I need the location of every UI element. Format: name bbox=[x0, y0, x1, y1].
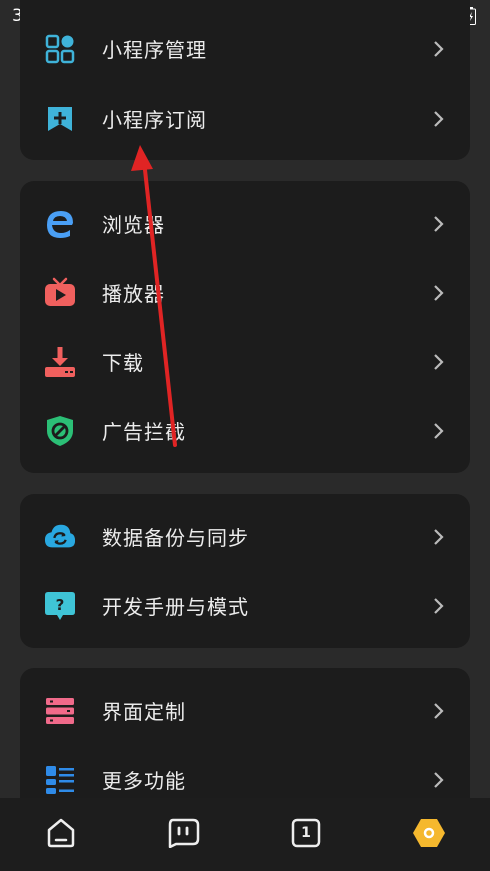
row-dev-manual[interactable]: ? 开发手册与模式 bbox=[20, 571, 470, 640]
chevron-right-icon bbox=[434, 702, 444, 719]
row-download[interactable]: 下载 bbox=[20, 327, 470, 396]
nav-me[interactable] bbox=[412, 816, 446, 850]
row-label: 界面定制 bbox=[102, 700, 186, 724]
tv-play-icon bbox=[44, 277, 76, 309]
chevron-right-icon bbox=[434, 353, 444, 370]
cloud-sync-icon bbox=[44, 521, 76, 553]
row-label: 浏览器 bbox=[102, 213, 165, 237]
chevron-right-icon bbox=[434, 422, 444, 439]
row-label: 更多功能 bbox=[102, 769, 186, 793]
card-miniprogram: 小程序管理 小程序订阅 bbox=[20, 0, 470, 160]
row-adblock[interactable]: 广告拦截 bbox=[20, 396, 470, 465]
chevron-right-icon bbox=[434, 284, 444, 301]
robot-face-icon bbox=[168, 818, 200, 848]
shield-block-icon bbox=[44, 415, 76, 447]
chevron-right-icon bbox=[434, 215, 444, 232]
chevron-right-icon bbox=[434, 40, 444, 57]
download-icon bbox=[44, 346, 76, 378]
help-bubble-icon: ? bbox=[44, 590, 76, 622]
row-label: 小程序管理 bbox=[102, 38, 207, 62]
row-label: 播放器 bbox=[102, 282, 165, 306]
home-icon bbox=[47, 818, 75, 848]
row-miniprogram-manage[interactable]: 小程序管理 bbox=[20, 14, 470, 83]
row-label: 数据备份与同步 bbox=[102, 526, 249, 550]
row-miniprogram-subscribe[interactable]: 小程序订阅 bbox=[20, 84, 470, 153]
row-backup-sync[interactable]: 数据备份与同步 bbox=[20, 502, 470, 571]
row-ui-custom[interactable]: 界面定制 bbox=[20, 676, 470, 745]
bottom-nav: 1 bbox=[0, 798, 490, 871]
chevron-right-icon bbox=[434, 110, 444, 127]
layout-icon bbox=[44, 695, 76, 727]
chevron-right-icon bbox=[434, 597, 444, 614]
row-browser[interactable]: 浏览器 bbox=[20, 189, 470, 258]
svg-text:?: ? bbox=[56, 596, 65, 614]
browser-e-icon bbox=[44, 208, 76, 240]
row-label: 开发手册与模式 bbox=[102, 595, 249, 619]
chevron-right-icon bbox=[434, 528, 444, 545]
bookmark-plus-icon bbox=[44, 103, 76, 135]
nav-tabs[interactable]: 1 bbox=[289, 816, 323, 850]
list-icon bbox=[44, 764, 76, 796]
grid-apps-icon bbox=[44, 33, 76, 65]
nav-chat[interactable] bbox=[166, 816, 200, 850]
row-player[interactable]: 播放器 bbox=[20, 258, 470, 327]
row-label: 广告拦截 bbox=[102, 420, 186, 444]
nav-home[interactable] bbox=[44, 816, 78, 850]
row-label: 小程序订阅 bbox=[102, 108, 207, 132]
row-label: 下载 bbox=[102, 351, 144, 375]
card-data: 数据备份与同步 ? 开发手册与模式 bbox=[20, 494, 470, 648]
hexagon-profile-icon bbox=[413, 819, 445, 847]
chevron-right-icon bbox=[434, 771, 444, 788]
tab-count: 1 bbox=[301, 825, 311, 841]
card-tools: 浏览器 播放器 下载 广告拦截 bbox=[20, 181, 470, 473]
